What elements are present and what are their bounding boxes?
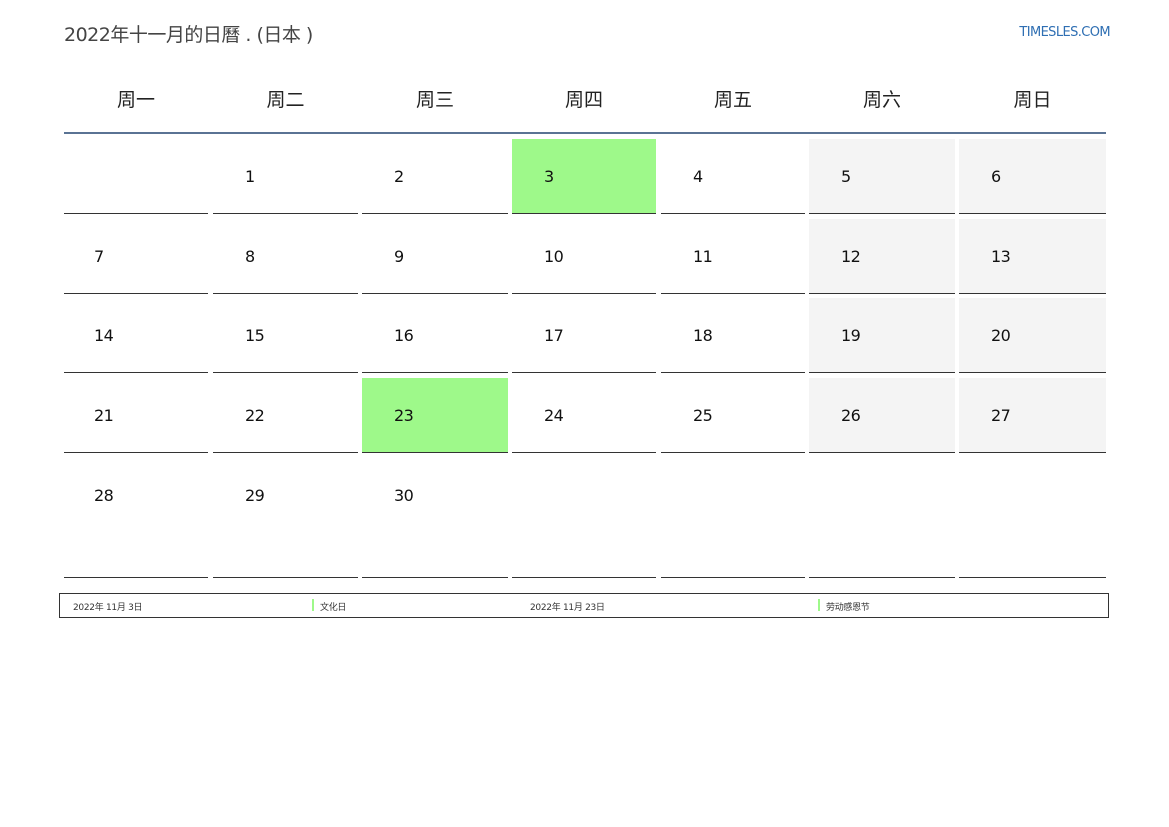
day-cell: 17 (512, 298, 656, 373)
holiday-1-name: 文化日 (320, 603, 347, 613)
weekday-monday: 周一 (116, 89, 155, 111)
day-cell: 6 (959, 139, 1106, 214)
day-number: 9 (394, 247, 404, 266)
day-cell: 8 (213, 219, 358, 294)
day-cell: 25 (661, 378, 805, 453)
day-cell: 7 (64, 219, 208, 294)
day-cell: 9 (362, 219, 508, 294)
day-number: 22 (245, 406, 265, 425)
day-number: 26 (841, 406, 861, 425)
holiday-1-marker (312, 599, 314, 611)
day-number: 30 (394, 486, 414, 505)
day-cell: 28 (64, 458, 208, 578)
day-number: 25 (693, 406, 713, 425)
holiday-2-name: 劳动感恩节 (826, 603, 870, 613)
day-cell: 18 (661, 298, 805, 373)
day-cell: 26 (809, 378, 955, 453)
page-title: 2022年十一月的日曆 . (日本 ) (64, 24, 313, 46)
day-cell: 11 (661, 219, 805, 294)
day-cell: 13 (959, 219, 1106, 294)
holiday-2-marker (818, 599, 820, 611)
day-cell: 4 (661, 139, 805, 214)
day-number: 24 (544, 406, 564, 425)
day-number: 13 (991, 247, 1011, 266)
day-number: 20 (991, 326, 1011, 345)
day-cell: 3 (512, 139, 656, 214)
day-cell: 27 (959, 378, 1106, 453)
day-number: 27 (991, 406, 1011, 425)
day-cell: 15 (213, 298, 358, 373)
day-cell: 24 (512, 378, 656, 453)
day-cell (959, 458, 1106, 578)
day-number: 7 (94, 247, 104, 266)
holiday-1-date: 2022年 11月 3日 (73, 603, 143, 613)
day-cell: 19 (809, 298, 955, 373)
day-number: 16 (394, 326, 414, 345)
day-number: 28 (94, 486, 114, 505)
weekday-wednesday: 周三 (415, 89, 454, 111)
weekday-saturday: 周六 (862, 89, 901, 111)
day-number: 11 (693, 247, 713, 266)
day-number: 15 (245, 326, 265, 345)
day-number: 5 (841, 167, 851, 186)
day-number: 6 (991, 167, 1001, 186)
holiday-2-date: 2022年 11月 23日 (530, 603, 605, 613)
weekday-sunday: 周日 (1013, 89, 1052, 111)
day-cell: 12 (809, 219, 955, 294)
day-cell: 29 (213, 458, 358, 578)
day-number: 12 (841, 247, 861, 266)
day-cell: 23 (362, 378, 508, 453)
day-cell: 30 (362, 458, 508, 578)
day-cell (661, 458, 805, 578)
day-number: 8 (245, 247, 255, 266)
day-number: 21 (94, 406, 114, 425)
day-number: 1 (245, 167, 255, 186)
day-cell (512, 458, 656, 578)
day-cell: 10 (512, 219, 656, 294)
day-number: 29 (245, 486, 265, 505)
day-number: 14 (94, 326, 114, 345)
day-number: 18 (693, 326, 713, 345)
weekday-tuesday: 周二 (266, 89, 305, 111)
weekday-thursday: 周四 (564, 89, 603, 111)
day-cell: 16 (362, 298, 508, 373)
day-number: 19 (841, 326, 861, 345)
day-number: 10 (544, 247, 564, 266)
weekday-friday: 周五 (713, 89, 752, 111)
day-cell: 2 (362, 139, 508, 214)
day-number: 2 (394, 167, 404, 186)
day-cell: 22 (213, 378, 358, 453)
day-cell: 20 (959, 298, 1106, 373)
day-cell: 14 (64, 298, 208, 373)
weekday-header: 周一 周二 周三 周四 周五 周六 周日 (64, 74, 1106, 134)
day-number: 4 (693, 167, 703, 186)
day-number: 3 (544, 167, 554, 186)
day-cell: 21 (64, 378, 208, 453)
day-cell: 5 (809, 139, 955, 214)
day-number: 23 (394, 406, 414, 425)
day-cell: 1 (213, 139, 358, 214)
site-link[interactable]: TIMESLES.COM (1019, 25, 1110, 40)
day-number: 17 (544, 326, 564, 345)
day-cell (64, 139, 208, 214)
holiday-legend: 2022年 11月 3日 文化日 2022年 11月 23日 劳动感恩节 (59, 593, 1109, 618)
day-cell (809, 458, 955, 578)
